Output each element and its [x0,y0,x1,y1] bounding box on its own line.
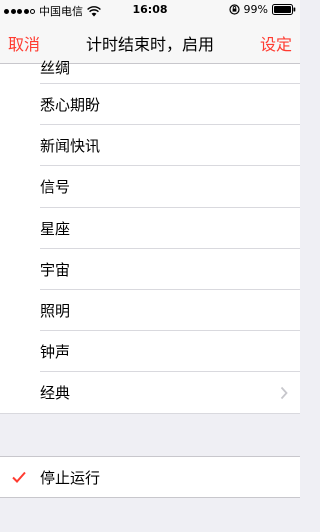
list-item-label: 悉心期盼 [40,96,101,115]
list-item-constellation[interactable]: 星座 [0,208,300,249]
list-item-waiting[interactable]: 悉心期盼 [0,84,300,126]
list-item-label: 经典 [40,384,71,403]
page-title: 计时结束时，启用 [85,35,214,54]
list-item-chimes[interactable]: 钟声 [0,331,300,373]
list-item-label: 信号 [40,178,71,197]
list-item-label: 星座 [40,219,71,238]
list-item-cosmic[interactable]: 宇宙 [0,249,300,291]
list-item-label: 宇宙 [40,260,71,279]
list-item-label: 新闻快讯 [40,137,101,156]
set-button[interactable]: 设定 [260,31,292,55]
rotation-lock-icon [228,4,240,15]
cancel-button[interactable]: 取消 [8,31,40,55]
stop-playing-option[interactable]: 停止运行 [0,456,300,498]
sound-list: 丝绸 悉心期盼 新闻快讯 信号 星座 宇宙 照明 钟声 经典 [0,59,300,414]
list-item-label: 丝绸 [40,59,71,77]
battery-icon [272,4,296,15]
list-item-signal[interactable]: 信号 [0,166,300,208]
list-item-classic[interactable]: 经典 [0,372,300,414]
list-item-illuminate[interactable]: 照明 [0,290,300,332]
status-bar: 中国电信 16:08 99% [0,0,300,20]
battery-percent: 99% [243,3,268,16]
list-item-label: 照明 [40,302,71,321]
checkmark-icon [12,471,26,483]
status-right: 99% [228,3,296,16]
list-item-label: 钟声 [40,343,71,362]
list-item-news-flash[interactable]: 新闻快讯 [0,125,300,167]
list-item-silk[interactable]: 丝绸 [0,59,300,84]
timer-sound-screen: 中国电信 16:08 99% 取消 计时结束时，启用 设定 丝绸 悉心期盼 新闻… [0,0,300,532]
chevron-right-icon [280,386,288,400]
